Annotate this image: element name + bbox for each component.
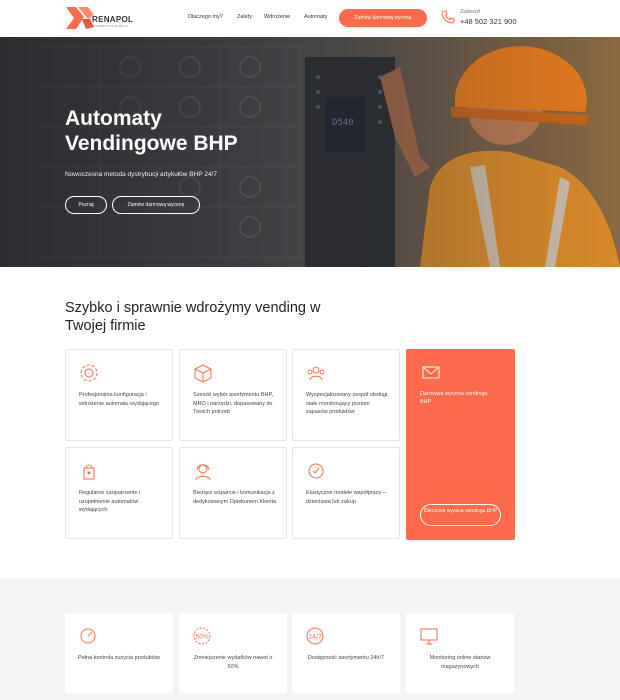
free-quote-card: Darmowa wycena vendingu BHP Darmowa wyce… [406, 349, 515, 540]
benefit-text: Dostępność asortymentu 24h/7 [307, 655, 385, 661]
mail-icon [422, 366, 440, 379]
feature-text: Bieżące wsparcie i komunikacja z dedykow… [193, 490, 277, 505]
svg-text:24/7: 24/7 [308, 634, 322, 641]
hero-banner: D540 Automaty Vendingowe BHP Nowoczesna … [0, 37, 620, 267]
feature-card: Regularne zaopatrzenie i uzupełnienie au… [65, 447, 173, 539]
refill-icon [83, 464, 95, 480]
feature-text: Elastyczne modele współpracy – dzierżawa… [306, 490, 386, 505]
feature-card: Profesjonalna konfiguracja i wdrożenie a… [65, 349, 173, 441]
gear-icon [80, 364, 98, 382]
monitor-icon [420, 628, 438, 645]
box-icon [194, 364, 212, 383]
phone-icon [441, 10, 455, 24]
svg-text:50%: 50% [195, 634, 209, 641]
benefit-card: 50% Zmniejszenie wydatków nawet o 50% [179, 613, 287, 693]
logo-text: RENAPOL [92, 15, 134, 24]
phone-number[interactable]: +48 502 321 900 [460, 17, 517, 26]
model-icon [308, 463, 324, 479]
benefit-text: Monitoring online stanów magazynowych [429, 655, 491, 670]
percent-icon: 50% [193, 627, 211, 645]
logo-tagline: SYSTEMY DYSTRYBUCJI [92, 24, 128, 28]
nav-implementation[interactable]: Wdrożenie [264, 14, 290, 20]
feature-text: Szeroki wybór asortymentu BHP, MRO i nar… [193, 392, 273, 415]
feature-card: Bieżące wsparcie i komunikacja z dedykow… [179, 447, 287, 539]
feature-text: Regularne zaopatrzenie i uzupełnienie au… [79, 490, 141, 513]
site-header: RENAPOL SYSTEMY DYSTRYBUCJI Dlaczego my?… [0, 0, 620, 37]
feature-card: Wyspecjalizowany zespół obsługi, stałe m… [292, 349, 400, 441]
header-quote-button[interactable]: Zamów darmową wycenę [339, 9, 427, 27]
team-icon [307, 366, 325, 381]
section-title: Szybko i sprawnie wdrożymy vending w Two… [65, 300, 321, 334]
feature-text: Wyspecjalizowany zespół obsługi, stałe m… [306, 392, 389, 415]
benefit-card: 24/7 Dostępność asortymentu 24h/7 [292, 613, 400, 693]
hero-title: Automaty Vendingowe BHP [65, 107, 238, 155]
call-label: Zadzwoń [460, 9, 481, 15]
control-icon [80, 628, 96, 644]
hero-subtitle: Nowoczesna metoda dystrybucji artykułów … [65, 171, 217, 178]
benefit-card: Pełna kontrola zużycia produktów [65, 613, 173, 693]
free-quote-button[interactable]: Darmowa wycena vendingu BHP [420, 504, 501, 526]
free-quote-text: Darmowa wycena vendingu BHP [420, 391, 488, 405]
learn-more-button[interactable]: Poznaj [65, 196, 107, 214]
benefit-text: Pełna kontrola zużycia produktów [78, 655, 160, 661]
feature-text: Profesjonalna konfiguracja i wdrożenie a… [79, 392, 160, 407]
support-icon [195, 464, 211, 481]
nav-advantages[interactable]: Zalety [237, 14, 252, 20]
feature-card: Szeroki wybór asortymentu BHP, MRO i nar… [179, 349, 287, 441]
benefit-text: Zmniejszenie wydatków nawet o 50% [193, 655, 273, 670]
nav-why-us[interactable]: Dlaczego my? [188, 14, 223, 20]
feature-card: Elastyczne modele współpracy – dzierżawa… [292, 447, 400, 539]
hero-quote-button[interactable]: Zamów darmową wycenę [112, 196, 200, 214]
clock-24-icon: 24/7 [306, 627, 324, 645]
nav-machines[interactable]: Automaty [304, 14, 327, 20]
benefit-card: Monitoring online stanów magazynowych [406, 613, 514, 693]
